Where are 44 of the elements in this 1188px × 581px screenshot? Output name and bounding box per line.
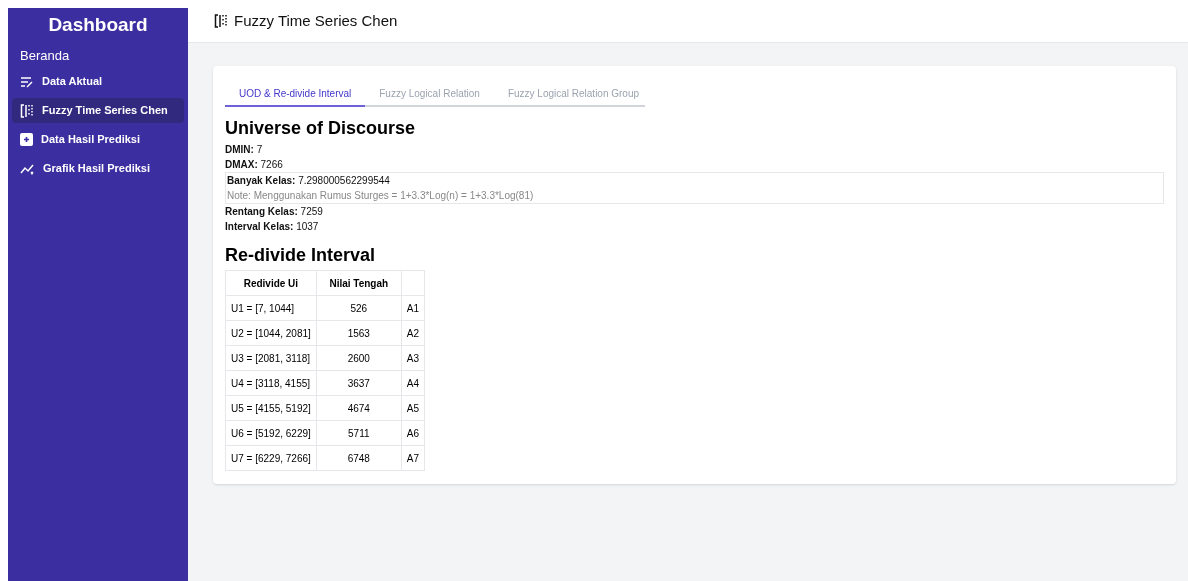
- columns-icon: [20, 103, 34, 118]
- sidebar-item[interactable]: Data Hasil Prediksi: [12, 127, 184, 152]
- table-cell: 4674: [316, 395, 402, 421]
- sidebar-item[interactable]: Data Aktual: [12, 69, 184, 94]
- field-text: Interval Kelas: 1037: [225, 220, 320, 234]
- table-cell: U1 = [7, 1044]: [225, 295, 317, 321]
- column-header: Redivide Ui: [225, 270, 317, 296]
- table-cell: U6 = [5192, 6229]: [225, 420, 317, 446]
- column-header: Nilai Tengah: [316, 270, 402, 296]
- table-cell: A1: [401, 295, 425, 321]
- columns-icon: [214, 14, 228, 28]
- table-cell: 5711: [316, 420, 402, 446]
- sidebar-item[interactable]: Grafik Hasil Prediksi: [12, 156, 184, 181]
- field-text: Banyak Kelas: 7.298000562299544: [227, 174, 391, 188]
- table-cell: A7: [401, 445, 425, 471]
- table-cell: A5: [401, 395, 425, 421]
- list-pencil-icon: [20, 75, 34, 88]
- field-text: DMIN: 7: [225, 143, 264, 157]
- tab[interactable]: UOD & Re-divide Interval: [225, 82, 366, 107]
- table-cell: U4 = [3118, 4155]: [225, 370, 317, 396]
- table-cell: 1563: [316, 320, 402, 346]
- section-heading: Universe of Discourse: [225, 117, 417, 139]
- field-text: DMAX: 7266: [225, 158, 284, 172]
- note-text: Note: Menggunakan Rumus Sturges = 1+3.3*Log(n) = 1+3.3*Log(81): [227, 189, 535, 203]
- table-cell: U7 = [6229, 7266]: [225, 445, 317, 471]
- table-cell: U5 = [4155, 5192]: [225, 395, 317, 421]
- chart-line-icon: [20, 162, 35, 175]
- table-cell: U3 = [2081, 3118]: [225, 345, 317, 371]
- table-cell: A6: [401, 420, 425, 446]
- table-cell: U2 = [1044, 2081]: [225, 320, 317, 346]
- section-heading: Re-divide Interval: [225, 244, 377, 266]
- page-title: Fuzzy Time Series Chen: [234, 10, 398, 31]
- sidebar-title: Dashboard: [47, 13, 149, 37]
- section-label: Beranda: [19, 46, 71, 65]
- table-cell: 3637: [316, 370, 402, 396]
- field-text: Rentang Kelas: 7259: [225, 205, 324, 219]
- table-cell: 2600: [316, 345, 402, 371]
- table-cell: 6748: [316, 445, 402, 471]
- plus-square-icon: [20, 133, 33, 146]
- table-cell: A4: [401, 370, 425, 396]
- table-cell: 526: [316, 295, 402, 321]
- sidebar-item[interactable]: Fuzzy Time Series Chen: [12, 98, 184, 123]
- table-cell: A3: [401, 345, 425, 371]
- table-cell: A2: [401, 320, 425, 346]
